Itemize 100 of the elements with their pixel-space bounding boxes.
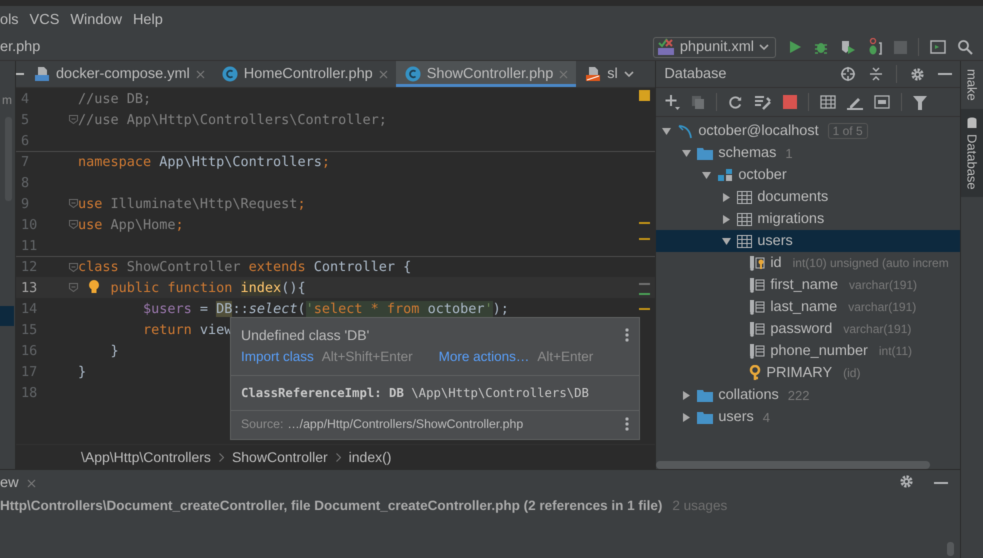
expanded-arrow-icon[interactable] xyxy=(702,170,711,180)
settings-icon[interactable] xyxy=(910,66,925,82)
tree-row[interactable]: october xyxy=(656,164,960,186)
minimize-icon[interactable] xyxy=(938,72,952,76)
tree-label: phone_number xyxy=(770,343,868,359)
tree-row[interactable]: collations 222 xyxy=(656,384,960,406)
tree-row[interactable]: october@localhost 1 of 5 xyxy=(656,120,960,142)
breadcrumb[interactable]: ShowController xyxy=(232,449,328,465)
code-line: //use App\Http\Controllers\Controller; xyxy=(78,112,387,128)
refresh-icon[interactable] xyxy=(728,94,744,110)
column-type: (id) xyxy=(843,366,860,380)
table-icon[interactable] xyxy=(820,95,836,109)
tree-label: october@localhost xyxy=(698,123,819,139)
fold-icon[interactable] xyxy=(68,220,78,229)
breadcrumb[interactable]: \App\Http\Controllers xyxy=(80,449,211,465)
panel-tab[interactable]: ew xyxy=(0,475,19,491)
tree-label: collations xyxy=(718,387,779,403)
editor-tab[interactable]: ShowController.php xyxy=(396,61,576,87)
menu-item[interactable]: Window xyxy=(70,12,129,28)
editor-tab[interactable]: docker-compose.yml xyxy=(24,61,213,87)
tree-label: migrations xyxy=(757,211,824,227)
menu-item[interactable]: ols xyxy=(0,12,26,28)
usage-text: Http\Controllers\Document_createController, file Document_createController.php (2 references in 1 file) xyxy=(0,498,662,513)
collapse-icon[interactable] xyxy=(869,66,883,82)
tree-row[interactable]: documents xyxy=(656,186,960,208)
filter-icon[interactable] xyxy=(913,94,928,110)
settings-icon[interactable] xyxy=(899,474,914,488)
close-icon[interactable] xyxy=(26,478,36,488)
datasource-icon xyxy=(677,123,694,139)
caret-icon[interactable] xyxy=(624,70,634,78)
tree-item[interactable]: m xyxy=(2,93,12,107)
change-marker[interactable] xyxy=(639,293,650,295)
search-icon[interactable] xyxy=(957,39,973,55)
tree-row[interactable]: PRIMARY (id) xyxy=(656,362,960,384)
menu-item[interactable]: Help xyxy=(132,12,170,28)
column-icon xyxy=(749,343,766,359)
run-icon[interactable] xyxy=(788,40,802,54)
caret-icon[interactable] xyxy=(759,43,769,51)
tree-label: users xyxy=(718,409,754,425)
close-icon[interactable] xyxy=(196,70,205,78)
warning-marker[interactable] xyxy=(639,238,650,240)
class-icon xyxy=(222,66,238,82)
action-link[interactable]: More actions… xyxy=(438,349,530,364)
tree-row[interactable]: schemas 1 xyxy=(656,142,960,164)
tree-row[interactable]: first_name varchar(191) xyxy=(656,274,960,296)
tree-row[interactable]: migrations xyxy=(656,208,960,230)
column-type: varchar(191) xyxy=(849,278,918,292)
fold-icon[interactable] xyxy=(68,199,78,208)
locate-icon[interactable] xyxy=(840,66,856,82)
column-type: varchar(191) xyxy=(843,322,912,336)
scrollbar[interactable] xyxy=(947,542,954,556)
editor-tab[interactable]: sl xyxy=(576,61,642,87)
coverage-icon[interactable] xyxy=(840,39,856,55)
tree-label: last_name xyxy=(770,299,838,315)
collapsed-arrow-icon[interactable] xyxy=(722,192,731,202)
change-marker[interactable] xyxy=(639,283,650,285)
breadcrumb-file[interactable]: er.php xyxy=(0,39,40,55)
expanded-arrow-icon[interactable] xyxy=(722,236,731,246)
count-text: 1 xyxy=(785,146,793,160)
selected-tree-row[interactable]: users xyxy=(656,230,960,252)
action-link[interactable]: Import class xyxy=(240,349,314,364)
collapsed-arrow-icon[interactable] xyxy=(682,412,691,422)
stop-icon[interactable] xyxy=(783,95,798,109)
tree-row[interactable]: phone_number int(11) xyxy=(656,340,960,362)
window-icon[interactable] xyxy=(930,40,946,54)
scrollbar[interactable] xyxy=(656,461,930,469)
add-icon[interactable] xyxy=(664,93,680,111)
run-config-dropdown[interactable]: phpunit.xml xyxy=(652,36,776,58)
warning-marker[interactable] xyxy=(639,222,650,224)
line-number: 4 xyxy=(20,90,30,106)
editor-tab[interactable]: HomeController.php xyxy=(212,61,396,87)
more-icon[interactable] xyxy=(624,417,629,431)
collapsed-arrow-icon[interactable] xyxy=(722,214,731,224)
warning-marker[interactable] xyxy=(639,90,650,101)
panel-title: Database xyxy=(664,66,728,82)
minimize-icon[interactable] xyxy=(934,481,948,485)
side-tab[interactable]: make xyxy=(961,61,983,109)
breadcrumb[interactable]: index() xyxy=(348,449,392,465)
warning-marker[interactable] xyxy=(639,308,650,310)
line-number: 12 xyxy=(20,259,38,275)
lightbulb-icon[interactable] xyxy=(88,279,100,295)
side-tab[interactable]: Database xyxy=(961,108,983,198)
collapsed-arrow-icon[interactable] xyxy=(682,390,691,400)
fold-icon[interactable] xyxy=(68,262,78,272)
console-icon[interactable] xyxy=(874,95,890,109)
expanded-arrow-icon[interactable] xyxy=(662,126,671,136)
tree-row[interactable]: password varchar(191) xyxy=(656,318,960,340)
fold-icon[interactable] xyxy=(68,115,78,124)
source-path: …/app/Http/Controllers/ShowController.php xyxy=(287,417,524,431)
line-number: 17 xyxy=(20,364,38,380)
tree-row[interactable]: users 4 xyxy=(656,406,960,428)
menu-item[interactable]: VCS xyxy=(30,12,66,28)
more-icon[interactable] xyxy=(624,328,629,342)
tree-row[interactable]: id int(10) unsigned (auto increm xyxy=(656,252,960,274)
source-label: Source: xyxy=(240,417,284,431)
bug-icon[interactable] xyxy=(867,38,883,56)
expanded-arrow-icon[interactable] xyxy=(682,148,691,158)
tree-row[interactable]: last_name varchar(191) xyxy=(656,296,960,318)
schema-tools-icon[interactable] xyxy=(754,94,772,110)
close-icon[interactable] xyxy=(378,70,388,78)
